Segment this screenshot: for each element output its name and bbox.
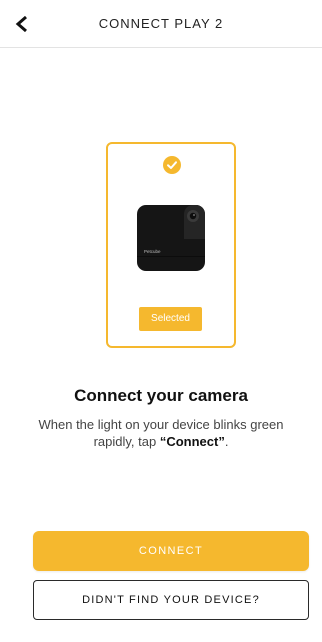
device-card[interactable]: Petcube Selected (106, 142, 236, 348)
check-circle-icon (163, 156, 181, 174)
selected-badge: Selected (139, 307, 202, 331)
instruction-suffix: . (224, 434, 229, 449)
page-title: CONNECT PLAY 2 (98, 16, 224, 31)
instruction-text: When the light on your device blinks gre… (30, 416, 292, 450)
instruction-bold: “Connect” (159, 434, 225, 449)
main-title: Connect your camera (74, 386, 248, 405)
connect-button[interactable]: CONNECT (33, 531, 309, 571)
didnt-find-device-button[interactable]: DIDN'T FIND YOUR DEVICE? (33, 580, 309, 620)
camera-brand-text: Petcube (144, 249, 161, 254)
header: CONNECT PLAY 2 (0, 0, 322, 48)
camera-image: Petcube (137, 205, 205, 271)
